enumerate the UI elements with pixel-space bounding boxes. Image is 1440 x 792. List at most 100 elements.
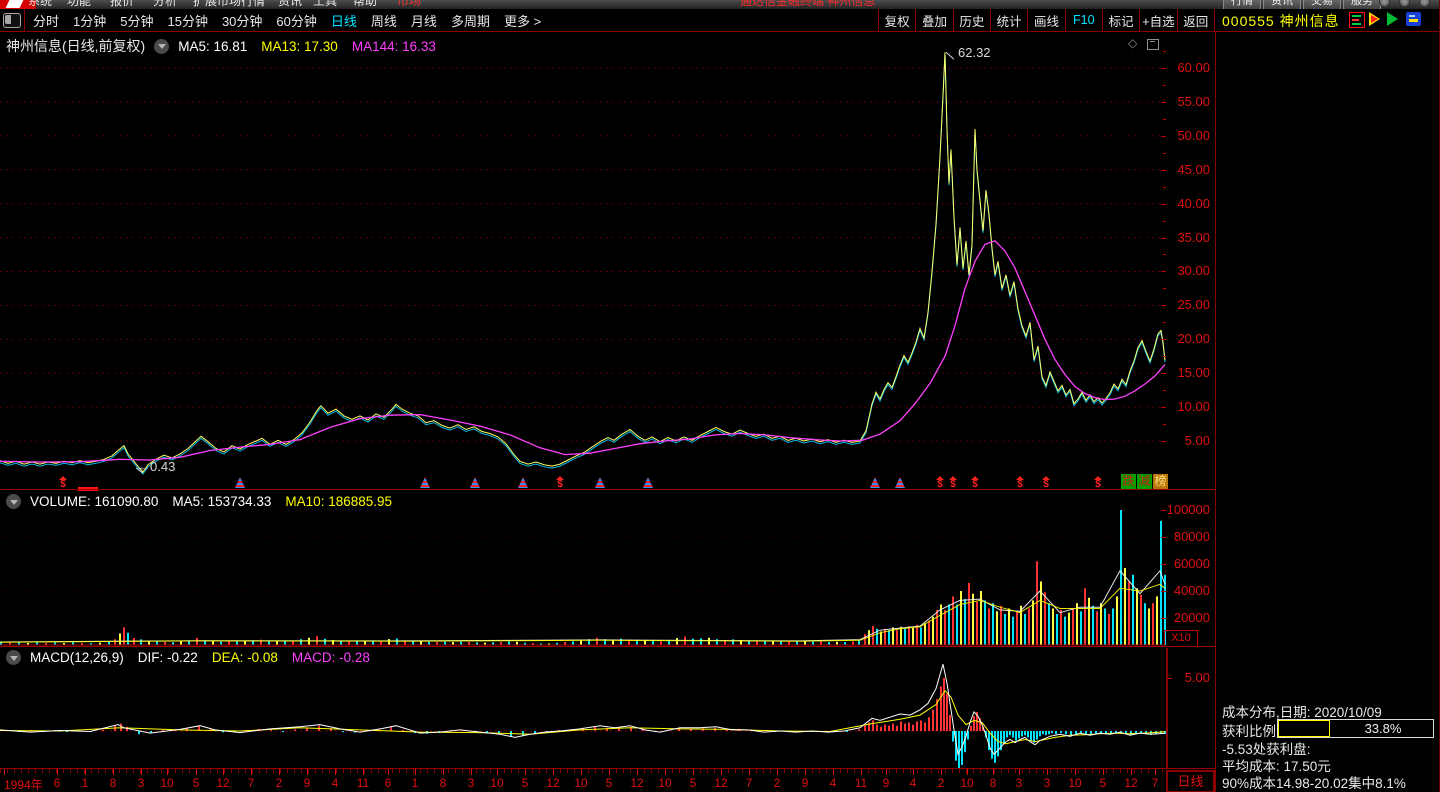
chevron-down-icon[interactable] (6, 494, 21, 509)
axis-tick (1161, 564, 1166, 565)
tab-period-15分钟[interactable]: 15分钟 (160, 11, 214, 30)
axis-tick (1161, 407, 1166, 408)
axis-tick (1161, 305, 1166, 306)
time-label: 1994年 (4, 776, 43, 792)
price-axis-label: 10.00 (1162, 399, 1210, 414)
menu-item-2[interactable]: 报价 (110, 0, 134, 9)
indicator-label: MA5: 16.81 (178, 39, 247, 54)
axis-tick (1161, 68, 1166, 69)
maximize-button[interactable] (1399, 0, 1410, 7)
axis-tick (443, 769, 444, 775)
toolbar-button-叠加[interactable]: 叠加 (915, 9, 952, 31)
axis-tick-minor (1163, 119, 1166, 120)
price-axis-label: 25.00 (1162, 297, 1210, 312)
time-label: 4 (332, 776, 339, 790)
toolbar-button-复权[interactable]: 复权 (878, 9, 915, 31)
axis-tick (553, 769, 554, 775)
price-chart[interactable] (0, 32, 1166, 489)
time-label: 10 (1068, 776, 1081, 790)
menu-item-promo[interactable]: 市场 (397, 0, 421, 9)
tab-period-周线[interactable]: 周线 (364, 11, 404, 30)
minimize-button[interactable] (1379, 0, 1390, 7)
axis-tick-minor (1163, 153, 1166, 154)
time-label: 9 (883, 776, 890, 790)
time-label: 5 (193, 776, 200, 790)
time-label: 2 (774, 776, 781, 790)
app-icon[interactable] (1406, 12, 1421, 26)
titlebar-button-1[interactable]: 资讯 (1263, 0, 1301, 9)
tab-period-5分钟[interactable]: 5分钟 (113, 11, 160, 30)
time-label: 3 (1044, 776, 1051, 790)
price-axis-label: 55.00 (1162, 94, 1210, 109)
chevron-down-icon[interactable] (6, 650, 21, 665)
axis-tick (471, 769, 472, 775)
titlebar-button-3[interactable]: 服务 (1343, 0, 1381, 9)
volume-pane-header: VOLUME: 161090.80MA5: 153734.33MA10: 186… (6, 494, 406, 509)
macd-indicator-labels: MACD(12,26,9)DIF: -0.22DEA: -0.08MACD: -… (30, 650, 384, 665)
cost-date-line: 成本分布,日期: 2020/10/09 (1222, 701, 1382, 721)
toolbar-button-画线[interactable]: 画线 (1027, 9, 1064, 31)
toolbar-button-+自选[interactable]: +自选 (1139, 9, 1176, 31)
chevron-down-icon[interactable] (154, 39, 169, 54)
axis-tick (1103, 769, 1104, 775)
axis-tick (886, 769, 887, 775)
volume-chart[interactable] (0, 492, 1166, 647)
toolbar-button-历史[interactable]: 历史 (953, 9, 990, 31)
dividend-marker: $ (947, 472, 959, 489)
axis-tick (1161, 271, 1166, 272)
menu-item-0[interactable]: 系统 (28, 0, 52, 9)
price-axis-label: 60.00 (1162, 60, 1210, 75)
time-label: 9 (304, 776, 311, 790)
titlebar-button-2[interactable]: 交易 (1303, 0, 1341, 9)
titlebar-button-0[interactable]: 行情 (1223, 0, 1261, 9)
toolbar-button-F10[interactable]: F10 (1065, 9, 1102, 31)
tab-period-多周期[interactable]: 多周期 (444, 11, 497, 30)
quote-list-icon[interactable] (1349, 12, 1365, 28)
axis-tick (141, 769, 142, 775)
axis-tick (279, 769, 280, 775)
toolbar-button-统计[interactable]: 统计 (990, 9, 1027, 31)
axis-tick (805, 769, 806, 775)
indicator-label: MACD(12,26,9) (30, 650, 124, 665)
axis-tick-minor (1163, 51, 1166, 52)
tab-period-30分钟[interactable]: 30分钟 (215, 11, 269, 30)
menu-item-3[interactable]: 分析 (153, 0, 177, 9)
flag-icon[interactable] (1369, 12, 1387, 26)
menu-item-6[interactable]: 工具 (313, 0, 337, 9)
volume-unit-button[interactable]: X10 (1164, 630, 1198, 647)
close-button[interactable] (1419, 0, 1430, 7)
menu-item-5[interactable]: 资讯 (278, 0, 302, 9)
axis-tick (1019, 769, 1020, 775)
divider (0, 646, 1216, 647)
tab-period-分时[interactable]: 分时 (26, 11, 66, 30)
axis-tick (251, 769, 252, 775)
toolbar-button-标记[interactable]: 标记 (1102, 9, 1139, 31)
time-label: 3 (138, 776, 145, 790)
axis-tick (777, 769, 778, 775)
diamond-icon[interactable]: ◇ (1128, 36, 1137, 50)
menu-item-7[interactable]: 帮助 (353, 0, 377, 9)
menu-item-4[interactable]: 扩展市场行情 (193, 0, 265, 9)
high-price-annotation: 62.32 (958, 45, 991, 60)
dividend-marker: $ (57, 472, 69, 489)
tab-period-更多 >[interactable]: 更多 > (497, 11, 548, 30)
toolbar-button-返回[interactable]: 返回 (1177, 9, 1215, 31)
rank-badge[interactable]: 跌减榜 (1121, 474, 1168, 489)
tab-period-月线[interactable]: 月线 (404, 11, 444, 30)
tab-period-1分钟[interactable]: 1分钟 (66, 11, 113, 30)
price-axis-label: 50.00 (1162, 128, 1210, 143)
indicator-label: MA13: 17.30 (261, 39, 338, 54)
period-indicator-box[interactable]: 日线 (1166, 770, 1215, 792)
axis-tick (1161, 441, 1166, 442)
macd-chart[interactable] (0, 648, 1166, 768)
divider (1215, 32, 1216, 792)
time-label: 12 (216, 776, 229, 790)
panel-toggle-icon[interactable] (3, 13, 21, 28)
axis-tick-minor (1163, 390, 1166, 391)
tab-period-60分钟[interactable]: 60分钟 (269, 11, 323, 30)
tab-period-日线[interactable]: 日线 (324, 11, 364, 30)
restore-window-icon[interactable] (1147, 39, 1159, 50)
dividend-marker: $ (554, 472, 566, 489)
menu-item-1[interactable]: 功能 (67, 0, 91, 9)
green-arrow-icon[interactable] (1387, 12, 1405, 26)
